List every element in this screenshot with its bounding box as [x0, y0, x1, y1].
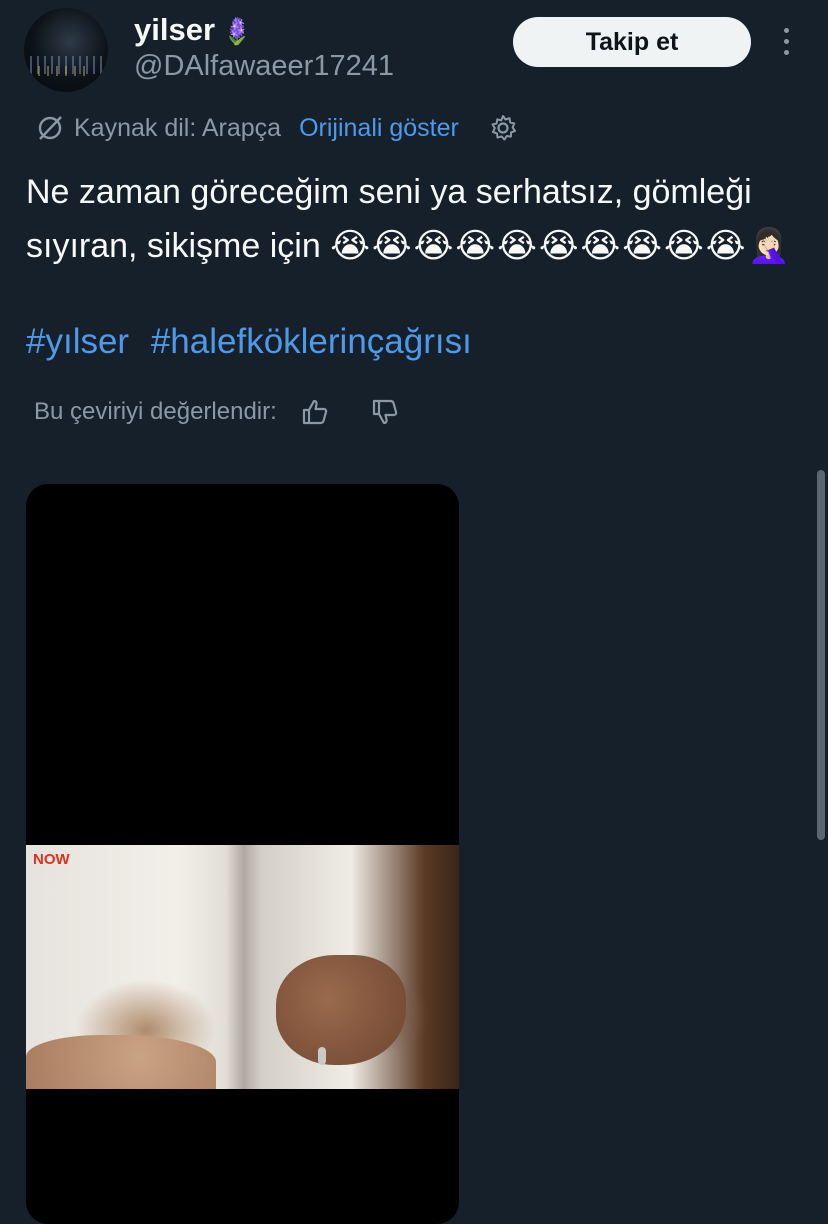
tweet-emojis: 😭😭😭😭😭😭😭😭😭😭🤦🏻‍♀️ — [330, 227, 792, 265]
translation-source-row: Kaynak dil: Arapça Orijinali göster — [34, 110, 519, 146]
video-ring — [318, 1047, 326, 1065]
display-name-text: yilser — [134, 12, 216, 47]
rate-translation-row: Bu çeviriyi değerlendir: — [34, 394, 401, 430]
show-original-link[interactable]: Orijinali göster — [299, 114, 459, 143]
video-frame: NOW — [26, 845, 459, 1089]
user-handle[interactable]: @DAlfawaeer17241 — [134, 50, 394, 83]
hashtags: #yılser #halefköklerinçağrısı — [26, 322, 484, 362]
display-name[interactable]: yilser 🪻 — [134, 12, 253, 48]
video-hand-left — [26, 1035, 216, 1089]
rate-translation-label: Bu çeviriyi değerlendir: — [34, 398, 277, 425]
source-language-label: Kaynak dil: Arapça — [74, 113, 282, 142]
tweet-text: Ne zaman göreceğim seni ya serhatsız, gö… — [26, 165, 806, 273]
tweet-video[interactable]: NOW — [26, 484, 459, 1224]
shirt-placket-shadow — [226, 845, 262, 1089]
follow-button[interactable]: Takip et — [513, 17, 751, 67]
video-hand-right — [276, 955, 406, 1065]
hashtag-link[interactable]: #halefköklerinçağrısı — [151, 322, 472, 361]
hyacinth-icon: 🪻 — [221, 16, 254, 46]
channel-watermark: NOW — [33, 851, 70, 868]
hashtag-link[interactable]: #yılser — [26, 322, 129, 361]
gear-icon[interactable] — [487, 112, 519, 144]
avatar[interactable] — [24, 8, 108, 92]
thumbs-up-icon[interactable] — [299, 396, 331, 428]
more-options-icon[interactable] — [776, 28, 796, 58]
translate-icon — [38, 116, 62, 140]
avatar-city-lights-warm — [38, 66, 90, 76]
scrollbar[interactable] — [817, 470, 825, 840]
thumbs-down-icon[interactable] — [369, 396, 401, 428]
